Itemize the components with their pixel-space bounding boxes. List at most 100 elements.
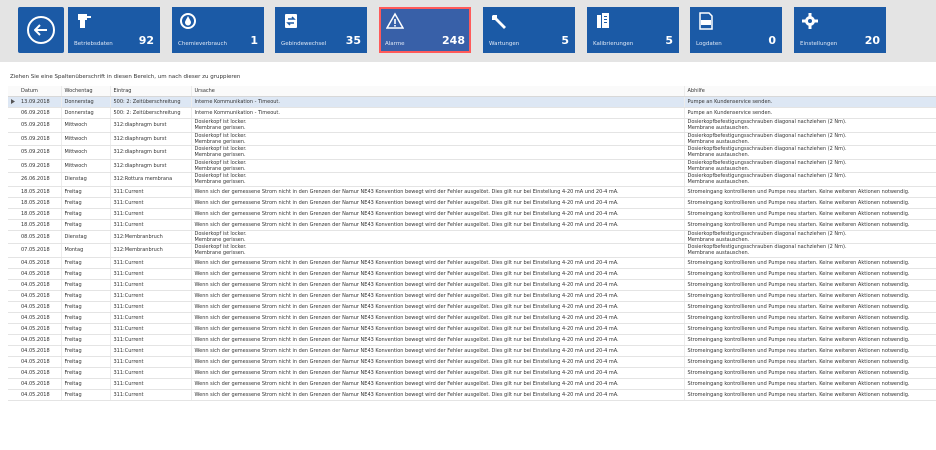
cell-cause: Wenn sich der gemessene Strom nicht in d… (191, 268, 685, 280)
table-row[interactable]: 18.05.2018 Freitag 311:Current Wenn sich de… (8, 208, 936, 220)
row-indicator (8, 132, 18, 146)
row-indicator (8, 257, 18, 269)
column-header-eintrag[interactable]: Eintrag (110, 86, 192, 97)
back-button[interactable] (18, 7, 64, 53)
tile-betriebsdaten[interactable]: Betriebsdaten 92 (68, 7, 160, 53)
tile-einstellungen[interactable]: Einstellungen 20 (794, 7, 886, 53)
cell-entry: 311:Current (110, 219, 192, 231)
cell-remedy: Dosierkopfbefestigungsschrauben diagonal… (684, 159, 936, 173)
cell-date: 04.05.2018 (18, 323, 62, 335)
cell-weekday: Freitag (61, 301, 111, 313)
row-indicator (8, 230, 18, 244)
alarm-table: Datum Wochentag Eintrag Ursache Abhilfe … (8, 86, 936, 401)
table-row[interactable]: 04.05.2018 Freitag 311:Current Wenn sich de… (8, 268, 936, 280)
cell-weekday: Freitag (61, 323, 111, 335)
cell-date: 04.05.2018 (18, 389, 62, 401)
table-row[interactable]: 05.09.2018 Mittwoch 312:diaphragm burst Dos… (8, 132, 936, 146)
cell-cause: Interne Kommunikation - Timeout. (191, 96, 685, 108)
table-row[interactable]: 04.05.2018 Freitag 311:Current Wenn sich de… (8, 334, 936, 346)
table-row[interactable]: 04.05.2018 Freitag 311:Current Wenn sich de… (8, 312, 936, 324)
cell-cause: Interne Kommunikation - Timeout. (191, 107, 685, 119)
table-row[interactable]: 18.05.2018 Freitag 311:Current Wenn sich de… (8, 219, 936, 231)
cell-cause: Wenn sich der gemessene Strom nicht in d… (191, 219, 685, 231)
table-row[interactable]: 07.05.2018 Montag 312:Membranbruch Dosierko… (8, 243, 936, 258)
cell-remedy: Stromeingang kontrollieren und Pumpe neu… (684, 219, 936, 231)
cell-cause: Wenn sich der gemessene Strom nicht in d… (191, 367, 685, 379)
cell-remedy: Stromeingang kontrollieren und Pumpe neu… (684, 323, 936, 335)
cell-remedy: Stromeingang kontrollieren und Pumpe neu… (684, 208, 936, 220)
table-row[interactable]: 04.05.2018 Freitag 311:Current Wenn sich de… (8, 345, 936, 357)
cell-entry: 311:Current (110, 208, 192, 220)
table-row[interactable]: 04.05.2018 Freitag 311:Current Wenn sich de… (8, 378, 936, 390)
cell-remedy: Dosierkopfbefestigungsschrauben diagonal… (684, 145, 936, 160)
cell-weekday: Mittwoch (61, 118, 111, 133)
tile-kalibrierungen[interactable]: Kalibrierungen 5 (587, 7, 679, 53)
cell-entry: 311:Current (110, 279, 192, 291)
cell-remedy: Dosierkopfbefestigungsschrauben diagonal… (684, 118, 936, 133)
cell-date: 04.05.2018 (18, 257, 62, 269)
row-indicator (8, 197, 18, 209)
table-row[interactable]: 18.05.2018 Freitag 311:Current Wenn sich de… (8, 186, 936, 198)
tile-wartungen[interactable]: Wartungen 5 (483, 7, 575, 53)
row-indicator (8, 312, 18, 324)
cell-date: 04.05.2018 (18, 345, 62, 357)
table-row[interactable]: 06.09.2018 Donnerstag 500: 2: Zeitüberschr… (8, 107, 936, 119)
tile-label: Kalibrierungen (593, 41, 634, 47)
cell-weekday: Freitag (61, 378, 111, 390)
tile-gebindewechsel[interactable]: Gebindewechsel 35 (275, 7, 367, 53)
gear-icon (802, 13, 818, 29)
table-row[interactable]: 05.09.2018 Mittwoch 312:diaphragm burst Dos… (8, 118, 936, 133)
row-indicator (8, 118, 18, 133)
table-row[interactable]: 08.05.2018 Dienstag 312:Membranbruch Dosier… (8, 230, 936, 244)
tile-chemieverbrauch[interactable]: Chemieverbrauch 1 (172, 7, 264, 53)
cell-entry: 311:Current (110, 323, 192, 335)
table-row[interactable]: 04.05.2018 Freitag 311:Current Wenn sich de… (8, 323, 936, 335)
cell-weekday: Freitag (61, 186, 111, 198)
cell-cause: Wenn sich der gemessene Strom nicht in d… (191, 186, 685, 198)
table-header-row: Datum Wochentag Eintrag Ursache Abhilfe (8, 86, 936, 97)
tile-count: 92 (138, 34, 154, 47)
column-header-abhilfe[interactable]: Abhilfe (684, 86, 936, 97)
table-row[interactable]: 05.09.2018 Mittwoch 312:diaphragm burst Dos… (8, 159, 936, 173)
warning-icon (386, 12, 404, 29)
column-header-ursache[interactable]: Ursache (191, 86, 685, 97)
cell-cause: Wenn sich der gemessene Strom nicht in d… (191, 290, 685, 302)
table-row[interactable]: 04.05.2018 Freitag 311:Current Wenn sich de… (8, 301, 936, 313)
table-row[interactable]: 05.09.2018 Mittwoch 312:diaphragm burst Dos… (8, 145, 936, 160)
cell-entry: 311:Current (110, 197, 192, 209)
cell-remedy: Stromeingang kontrollieren und Pumpe neu… (684, 279, 936, 291)
container-swap-icon (285, 14, 297, 28)
cell-cause: Wenn sich der gemessene Strom nicht in d… (191, 345, 685, 357)
column-header-wochentag[interactable]: Wochentag (61, 86, 111, 97)
cell-entry: 311:Current (110, 378, 192, 390)
table-row[interactable]: 04.05.2018 Freitag 311:Current Wenn sich de… (8, 356, 936, 368)
cell-entry: 500: 2: Zeitüberschreitung (110, 107, 192, 119)
tile-label: Logdaten (696, 41, 722, 47)
cell-date: 04.05.2018 (18, 312, 62, 324)
cell-entry: 311:Current (110, 312, 192, 324)
table-row[interactable]: 04.05.2018 Freitag 311:Current Wenn sich de… (8, 367, 936, 379)
row-indicator (8, 96, 18, 108)
row-indicator (8, 378, 18, 390)
column-header-datum[interactable]: Datum (18, 86, 62, 97)
table-row[interactable]: 26.06.2018 Dienstag 312:Rottura membrana Do… (8, 172, 936, 187)
tile-logdaten[interactable]: Logdaten 0 (690, 7, 782, 53)
cell-cause: Wenn sich der gemessene Strom nicht in d… (191, 356, 685, 368)
table-row[interactable]: 04.05.2018 Freitag 311:Current Wenn sich de… (8, 279, 936, 291)
wrench-icon (492, 15, 506, 29)
cell-entry: 312:Membranbruch (110, 243, 192, 258)
tile-label: Gebindewechsel (281, 41, 327, 47)
table-row[interactable]: 18.05.2018 Freitag 311:Current Wenn sich de… (8, 197, 936, 209)
drop-icon (180, 13, 196, 29)
row-indicator (8, 279, 18, 291)
table-row[interactable]: 04.05.2018 Freitag 311:Current Wenn sich de… (8, 389, 936, 401)
cell-entry: 311:Current (110, 356, 192, 368)
table-row[interactable]: 04.05.2018 Freitag 311:Current Wenn sich de… (8, 257, 936, 269)
table-row[interactable]: 13.09.2018 Donnerstag 500: 2: Zeitüberschr… (8, 96, 936, 108)
table-row[interactable]: 04.05.2018 Freitag 311:Current Wenn sich de… (8, 290, 936, 302)
tile-count: 5 (665, 34, 673, 47)
toolbar: Betriebsdaten 92 Chemieverbrauch 1 Gebin… (0, 0, 936, 62)
cell-weekday: Donnerstag (61, 96, 111, 108)
cell-weekday: Freitag (61, 197, 111, 209)
tile-alarme[interactable]: Alarme 248 (379, 7, 471, 53)
